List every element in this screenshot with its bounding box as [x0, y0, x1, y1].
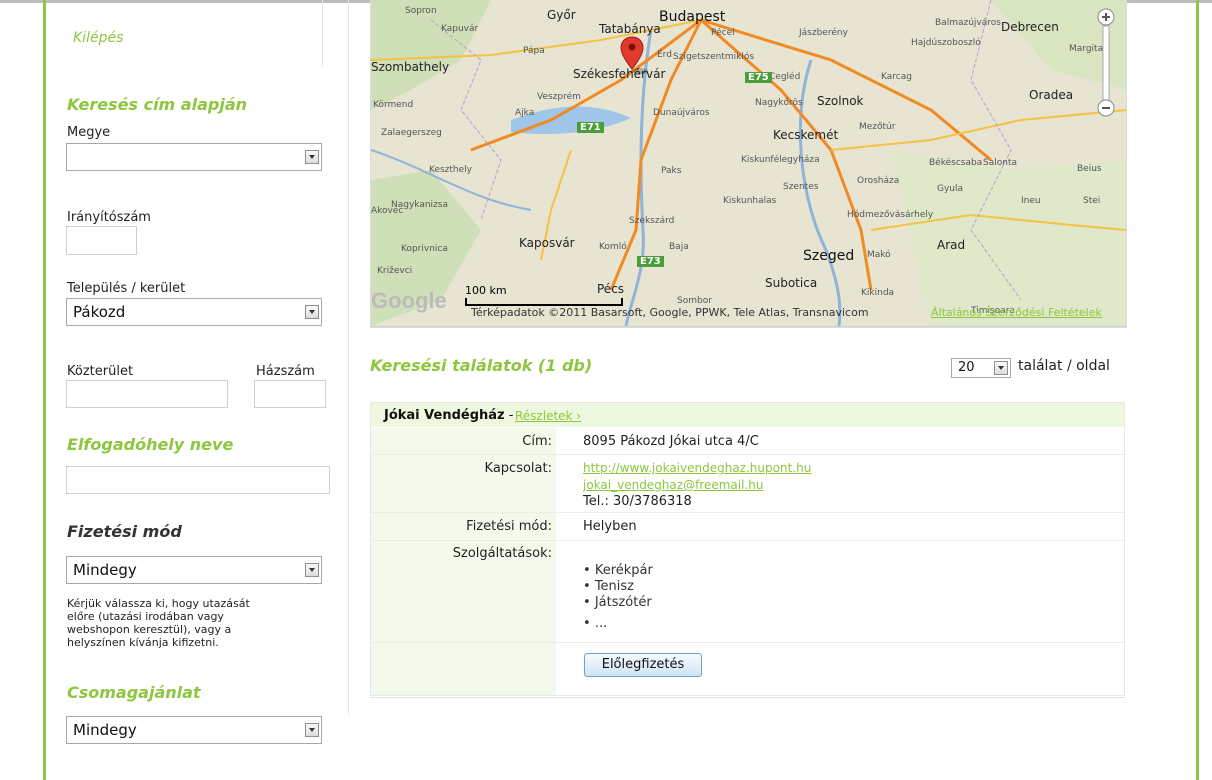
details-link[interactable]: Részletek ›: [515, 409, 581, 423]
street-input[interactable]: [66, 380, 228, 408]
email-link[interactable]: jokai_vendeghaz@freemail.hu: [583, 478, 763, 492]
result-name: Jókai Vendégház: [384, 408, 505, 423]
row-divider: [371, 512, 1124, 513]
place-name-heading: Elfogadóhely neve: [67, 435, 234, 454]
payment-method-value: Mindegy: [73, 561, 137, 579]
house-number-label: Házszám: [256, 364, 315, 379]
address-search-heading: Keresés cím alapján: [67, 95, 247, 114]
page-frame-right: [1196, 0, 1199, 780]
prepay-button[interactable]: Előlegfizetés: [584, 653, 702, 677]
map-frame: [370, 0, 1127, 328]
service-item: • Játszótér: [583, 595, 652, 610]
services-label: Szolgáltatások:: [452, 546, 552, 561]
service-item: • Kerékpár: [583, 563, 653, 578]
page-frame-left: [43, 0, 46, 780]
chevron-down-icon: [305, 563, 319, 577]
chevron-down-icon: [994, 361, 1008, 375]
address-label: Cím:: [522, 434, 552, 449]
logout-link[interactable]: Kilépés: [73, 30, 123, 46]
payment-value: Helyben: [583, 519, 637, 534]
contact-label: Kapcsolat:: [484, 461, 552, 476]
payment-note-line: előre (utazási irodában vagy: [67, 610, 224, 623]
sidebar-separator: [348, 0, 349, 715]
payment-note-line: helyszínen kívánja kifizetni.: [67, 636, 219, 649]
service-item: • ...: [583, 616, 608, 631]
package-heading: Csomagajánlat: [67, 683, 201, 702]
chevron-down-icon: [305, 723, 319, 737]
service-name: Kerékpár: [594, 563, 653, 578]
result-separator: -: [504, 408, 514, 423]
city-label: Település / kerület: [67, 281, 186, 296]
per-page-select[interactable]: 20: [951, 358, 1011, 378]
result-title: Jókai Vendégház -: [384, 408, 513, 423]
county-label: Megye: [67, 125, 111, 140]
row-divider: [371, 642, 1124, 643]
zip-label: Irányítószám: [67, 210, 151, 225]
payment-method-select[interactable]: Mindegy: [66, 556, 322, 584]
row-divider: [371, 454, 1124, 455]
payment-method-heading: Fizetési mód: [67, 522, 182, 541]
website-link[interactable]: http://www.jokaivendeghaz.hupont.hu: [583, 461, 811, 475]
city-select-value: Pákozd: [73, 303, 126, 321]
chevron-down-icon: [305, 150, 319, 164]
county-select[interactable]: [66, 143, 322, 171]
per-page-label: találat / oldal: [1018, 358, 1110, 374]
row-divider: [371, 540, 1124, 541]
per-page-value: 20: [958, 360, 975, 375]
zip-input[interactable]: [66, 226, 137, 255]
result-bottom-border: [370, 697, 1125, 698]
payment-label: Fizetési mód:: [466, 519, 552, 534]
phone-value: Tel.: 30/3786318: [583, 494, 692, 509]
house-number-input[interactable]: [254, 380, 326, 408]
service-name: Tenisz: [594, 579, 634, 594]
service-name: Játszótér: [594, 595, 652, 610]
chevron-down-icon: [305, 305, 319, 319]
logout-separator: [322, 0, 323, 66]
results-heading: Keresési találatok (1 db): [370, 356, 593, 375]
payment-note: Kérjük válassza ki, hogy utazását előre …: [67, 597, 327, 649]
place-name-input[interactable]: [66, 466, 330, 494]
service-item: • Tenisz: [583, 579, 634, 594]
address-value: 8095 Pákozd Jókai utca 4/C: [583, 434, 759, 449]
payment-note-line: Kérjük válassza ki, hogy utazását: [67, 597, 250, 610]
package-value: Mindegy: [73, 721, 137, 739]
street-label: Közterület: [67, 364, 134, 379]
payment-note-line: webshopon keresztül), vagy a: [67, 623, 232, 636]
service-name: ...: [594, 616, 608, 631]
city-select[interactable]: Pákozd: [66, 298, 322, 326]
package-select[interactable]: Mindegy: [66, 716, 322, 744]
